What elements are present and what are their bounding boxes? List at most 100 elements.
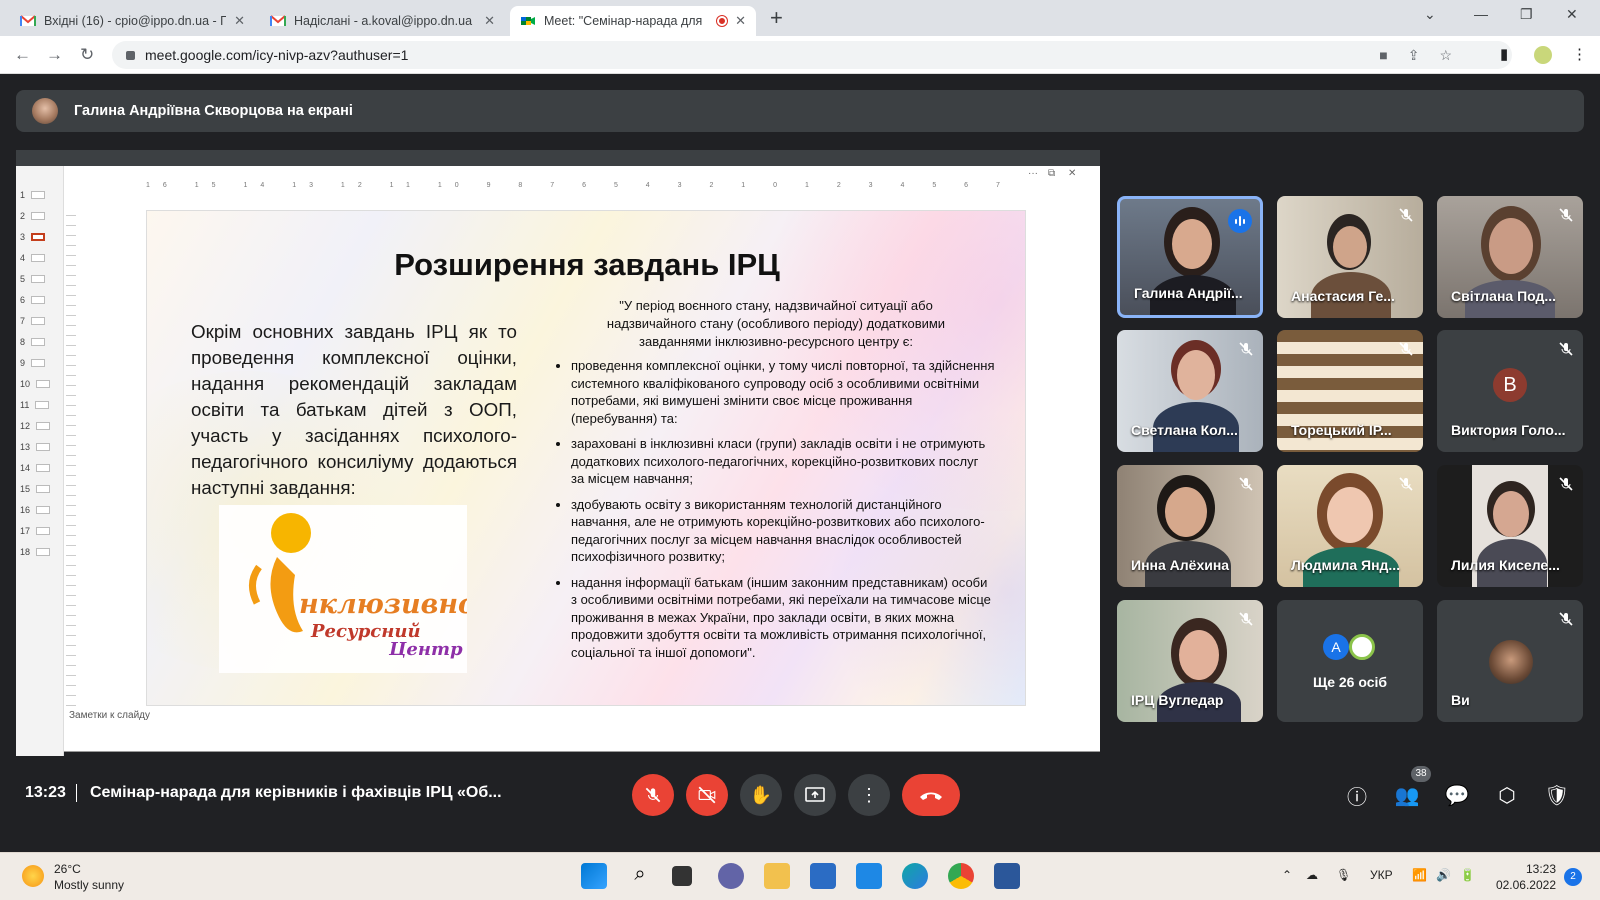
close-tab-icon[interactable]: ✕ [484,13,495,29]
new-tab-button[interactable]: + [770,6,783,30]
participant-avatar [1349,634,1375,660]
more-participants-tile[interactable]: A Ще 26 осіб [1277,600,1423,722]
slide-thumb[interactable]: 15 [20,484,51,494]
participant-tile[interactable]: Світлана Под... [1437,196,1583,318]
slide-thumb[interactable]: 12 [20,421,51,431]
weather-sun-icon[interactable] [22,865,44,887]
host-controls-button[interactable]: 🛡 [1542,780,1572,810]
slide-thumb[interactable]: 17 [20,526,51,536]
system-clock[interactable]: 13:23 02.06.2022 [1492,861,1556,893]
vertical-ruler [66,206,76,706]
logo-word-3: Центр [388,639,463,660]
back-icon[interactable]: ← [14,45,31,65]
muted-mic-icon [1559,208,1573,222]
store-icon[interactable] [810,863,836,889]
url-field[interactable]: meet.google.com/icy-nivp-azv?authuser=1 … [112,41,1512,69]
slide-thumb[interactable]: 6 [20,295,46,305]
people-button[interactable]: 👥 [1392,780,1422,810]
participant-name: Виктория Голо... [1451,422,1566,438]
gmail-icon [270,15,286,26]
tab-title: Meet: "Семінар-нарада для [544,14,703,28]
search-icon[interactable]: ⌕ [627,863,653,889]
participant-tile[interactable]: Анастасия Ге... [1277,196,1423,318]
show-hidden-icons[interactable]: ⌃ [1282,868,1292,882]
activities-button[interactable]: ⬡ [1492,780,1522,810]
slide-thumb[interactable]: 4 [20,253,46,263]
participant-tile[interactable]: Светлана Кол... [1117,330,1263,452]
share-icon[interactable]: ⇪ [1408,47,1420,64]
close-icon[interactable]: ✕ [1068,168,1076,179]
weather-widget[interactable]: 26°C Mostly sunny [54,861,124,893]
close-tab-icon[interactable]: ✕ [735,13,746,29]
slide-thumb[interactable]: 9 [20,358,46,368]
slide-notes-placeholder[interactable]: Заметки к слайду [69,710,150,721]
meeting-details-button[interactable]: ⓘ [1342,780,1372,810]
participant-tile[interactable]: Инна Алёхина [1117,465,1263,587]
camera-icon[interactable]: ■ [1379,47,1387,64]
forward-icon[interactable]: → [46,45,63,65]
mail-icon[interactable] [856,863,882,889]
slide-thumb-selected[interactable]: 3 [20,232,46,242]
slide-thumb[interactable]: 10 [20,379,51,389]
more-options-button[interactable]: ⋮ [848,774,890,816]
browser-tab-sent[interactable]: Надіслані - a.koval@ippo.dn.ua - ✕ [260,6,505,36]
close-tab-icon[interactable]: ✕ [234,13,245,29]
task-view-icon[interactable] [672,866,692,886]
reload-icon[interactable]: ↻ [80,45,94,65]
more-options-icon[interactable]: ··· [1028,168,1038,179]
maximize-button[interactable]: ❐ [1520,6,1533,23]
profile-avatar[interactable] [1534,46,1552,64]
recording-indicator-icon [717,16,728,26]
microphone-icon[interactable]: 🎙 [1336,868,1351,882]
leave-call-button[interactable] [902,774,960,816]
slide-thumb[interactable]: 8 [20,337,46,347]
close-window-button[interactable]: ✕ [1566,6,1578,23]
participant-tile[interactable]: Лилия Киселе... [1437,465,1583,587]
slide-thumb[interactable]: 13 [20,442,51,452]
chrome-icon[interactable] [948,863,974,889]
slide-thumb[interactable]: 18 [20,547,51,557]
volume-icon[interactable]: 🔊 [1436,868,1451,882]
people-icon: 👥 [1394,784,1420,807]
slide-thumb[interactable]: 1 [20,190,46,200]
edge-icon[interactable] [902,863,928,889]
keyboard-language[interactable]: УКР [1370,868,1393,882]
teams-chat-icon[interactable] [718,863,744,889]
browser-menu-icon[interactable]: ⋮ [1572,45,1587,63]
tab-search-icon[interactable]: ⌄ [1424,6,1436,23]
participant-tile[interactable]: Галина Андрії... [1117,196,1263,318]
slide-thumb[interactable]: 5 [20,274,46,284]
side-panel-icon[interactable]: ▮ [1500,45,1508,63]
word-icon[interactable] [994,863,1020,889]
participant-tile[interactable]: Людмила Янд... [1277,465,1423,587]
onedrive-icon[interactable]: ☁ [1306,868,1318,882]
browser-tab-meet[interactable]: Meet: "Семінар-нарада для ✕ [510,6,756,36]
camera-toggle-button[interactable] [686,774,728,816]
wifi-icon[interactable]: 📶 [1412,868,1427,882]
slide-thumb[interactable]: 7 [20,316,46,326]
participant-tile[interactable]: Торецький ІР... [1277,330,1423,452]
slide-title: Розширення завдань ІРЦ [394,247,780,282]
battery-icon[interactable]: 🔋 [1460,868,1475,882]
browser-tab-inbox[interactable]: Вхідні (16) - cpio@ippo.dn.ua - П ✕ [10,6,255,36]
slide-thumb[interactable]: 2 [20,211,46,221]
slide-thumb[interactable]: 14 [20,463,51,473]
restore-icon[interactable]: ⧉ [1048,168,1055,179]
file-explorer-icon[interactable] [764,863,790,889]
slide-thumb[interactable]: 16 [20,505,51,515]
present-screen-button[interactable] [794,774,836,816]
start-icon[interactable] [581,863,607,889]
mic-toggle-button[interactable] [632,774,674,816]
slide-thumb[interactable]: 11 [20,400,50,410]
chat-button[interactable]: 💬 [1442,780,1472,810]
hand-icon: ✋ [749,784,773,805]
slide-left-text: Окрім основних завдань ІРЦ як то проведе… [191,321,517,498]
participant-tile[interactable]: В Виктория Голо... [1437,330,1583,452]
bookmark-star-icon[interactable]: ☆ [1439,47,1452,64]
minimize-button[interactable]: — [1474,6,1488,22]
participant-tile[interactable]: ІРЦ Вугледар [1117,600,1263,722]
raise-hand-button[interactable]: ✋ [740,774,782,816]
self-tile[interactable]: Ви [1437,600,1583,722]
irc-logo: нклюзивно Ресурсний Центр [219,505,476,673]
notification-badge[interactable]: 2 [1564,868,1582,886]
